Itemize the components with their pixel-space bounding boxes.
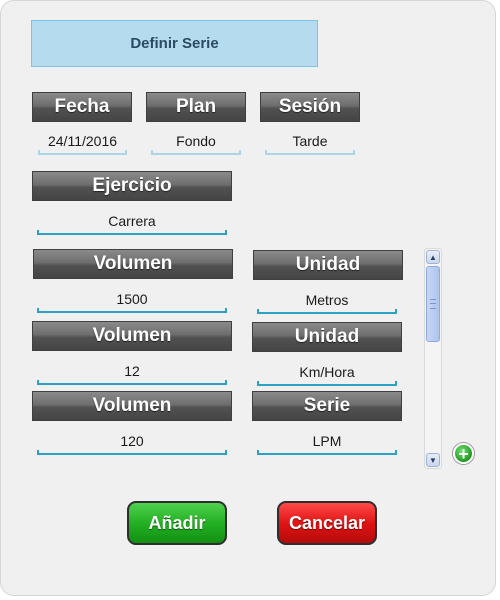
sesion-field[interactable]: Tarde (265, 127, 355, 155)
fecha-header: Fecha (32, 92, 132, 122)
plan-field[interactable]: Fondo (151, 127, 241, 155)
volumen-underline-2 (37, 380, 227, 385)
ejercicio-value: Carrera (108, 213, 156, 229)
plan-header: Plan (146, 92, 246, 122)
thumb-grip (430, 299, 436, 309)
volumen-underline-1 (37, 308, 227, 313)
unidad-value-2: Km/Hora (299, 364, 355, 380)
plus-circle-icon[interactable]: + (453, 443, 474, 464)
unidad-underline-2 (257, 381, 397, 386)
unidad-field-2[interactable]: Km/Hora (257, 358, 397, 386)
add-button[interactable]: Añadir (127, 501, 227, 545)
plan-underline (151, 150, 241, 155)
sesion-value: Tarde (292, 133, 328, 149)
dialog-title: Definir Serie (31, 20, 318, 67)
rows-scrollbar[interactable]: ▲ ▼ (424, 248, 442, 469)
volumen-value-3: 120 (120, 433, 144, 449)
volumen-field-1[interactable]: 1500 (37, 285, 227, 313)
plan-value: Fondo (176, 133, 216, 149)
volumen-header-2: Volumen (32, 321, 232, 351)
unidad-field-1[interactable]: Metros (257, 286, 397, 314)
cancel-button[interactable]: Cancelar (277, 501, 377, 545)
ejercicio-underline (37, 230, 227, 235)
volumen-value-2: 12 (124, 363, 140, 379)
volumen-value-1: 1500 (116, 291, 148, 307)
sesion-underline (265, 150, 355, 155)
unidad-header-2: Unidad (252, 322, 402, 352)
volumen-underline-3 (37, 450, 227, 455)
fecha-field[interactable]: 24/11/2016 (38, 127, 127, 155)
scrollbar-thumb[interactable] (426, 266, 440, 342)
volumen-header-1: Volumen (33, 249, 233, 279)
serie-header: Serie (252, 391, 402, 421)
volumen-header-3: Volumen (32, 391, 232, 421)
scroll-down-icon[interactable]: ▼ (426, 453, 440, 467)
sesion-header: Sesión (260, 92, 360, 122)
serie-value: LPM (312, 433, 342, 449)
serie-field[interactable]: LPM (257, 427, 397, 455)
scroll-up-icon[interactable]: ▲ (426, 250, 440, 264)
ejercicio-field[interactable]: Carrera (37, 207, 227, 235)
volumen-field-2[interactable]: 12 (37, 357, 227, 385)
unidad-value-1: Metros (305, 292, 349, 308)
unidad-underline-1 (257, 309, 397, 314)
serie-underline (257, 450, 397, 455)
dialog-panel: Definir Serie Fecha Plan Sesión 24/11/20… (0, 0, 496, 596)
unidad-header-1: Unidad (253, 250, 403, 280)
fecha-underline (38, 150, 127, 155)
fecha-value: 24/11/2016 (47, 133, 118, 149)
ejercicio-header: Ejercicio (32, 171, 232, 201)
volumen-field-3[interactable]: 120 (37, 427, 227, 455)
